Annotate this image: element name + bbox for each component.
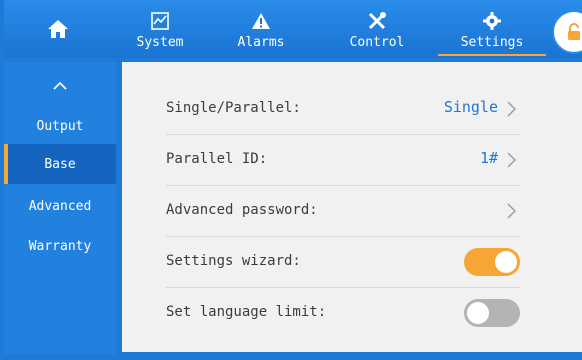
setting-row-settings-wizard: Settings wizard: [166, 237, 520, 288]
tab-control-label: Control [349, 34, 405, 50]
chart-icon [151, 11, 169, 30]
sidebar-item-warranty[interactable]: Warranty [4, 226, 116, 266]
toggle-knob [467, 302, 489, 324]
warning-icon [252, 12, 270, 29]
top-nav-bar: System Alarms Control Settings [4, 0, 582, 58]
sidebar-scroll-up[interactable] [4, 74, 116, 98]
app-frame: System Alarms Control Settings Output Ba… [0, 0, 582, 360]
setting-label: Set language limit: [166, 304, 327, 320]
toggle-knob [495, 251, 517, 273]
lock-button[interactable] [552, 10, 582, 54]
tab-settings[interactable]: Settings [436, 0, 548, 58]
home-button[interactable] [26, 0, 90, 58]
setting-row-single-parallel[interactable]: Single/Parallel: Single [166, 84, 520, 135]
active-tab-indicator [438, 54, 546, 56]
setting-label: Parallel ID: [166, 151, 268, 167]
tools-icon [368, 11, 386, 29]
chevron-right-icon [507, 152, 516, 168]
sidebar-item-label: Advanced [28, 198, 92, 214]
tab-system-label: System [136, 34, 184, 50]
home-icon [48, 20, 68, 38]
tab-settings-label: Settings [460, 34, 524, 50]
setting-value: 1# [479, 149, 498, 167]
setting-label: Advanced password: [166, 202, 318, 218]
tab-alarms[interactable]: Alarms [206, 0, 316, 58]
sidebar-item-advanced[interactable]: Advanced [4, 186, 116, 226]
tab-control[interactable]: Control [318, 0, 436, 58]
sidebar: Output Base Advanced Warranty [4, 62, 116, 356]
chevron-right-icon [507, 101, 516, 117]
bottom-border [0, 354, 582, 360]
sidebar-item-label: Base [44, 156, 76, 172]
chevron-right-icon [507, 203, 516, 219]
setting-row-advanced-password[interactable]: Advanced password: [166, 186, 520, 237]
gear-icon [483, 11, 501, 30]
sidebar-item-output[interactable]: Output [4, 106, 116, 146]
tab-alarms-label: Alarms [237, 34, 285, 50]
sidebar-item-label: Warranty [28, 238, 92, 254]
settings-wizard-toggle[interactable] [464, 248, 520, 276]
setting-row-language-limit: Set language limit: [166, 288, 520, 338]
setting-label: Settings wizard: [166, 253, 301, 269]
sidebar-item-label: Output [36, 118, 84, 134]
tab-system[interactable]: System [116, 0, 204, 58]
language-limit-toggle[interactable] [464, 299, 520, 327]
setting-row-parallel-id[interactable]: Parallel ID: 1# [166, 135, 520, 186]
lock-icon [568, 23, 580, 40]
setting-label: Single/Parallel: [166, 100, 301, 116]
settings-panel: Single/Parallel: Single Parallel ID: 1# … [122, 62, 582, 352]
chevron-up-icon [53, 81, 67, 90]
setting-value: Single [443, 98, 498, 116]
sidebar-item-base[interactable]: Base [4, 144, 116, 184]
